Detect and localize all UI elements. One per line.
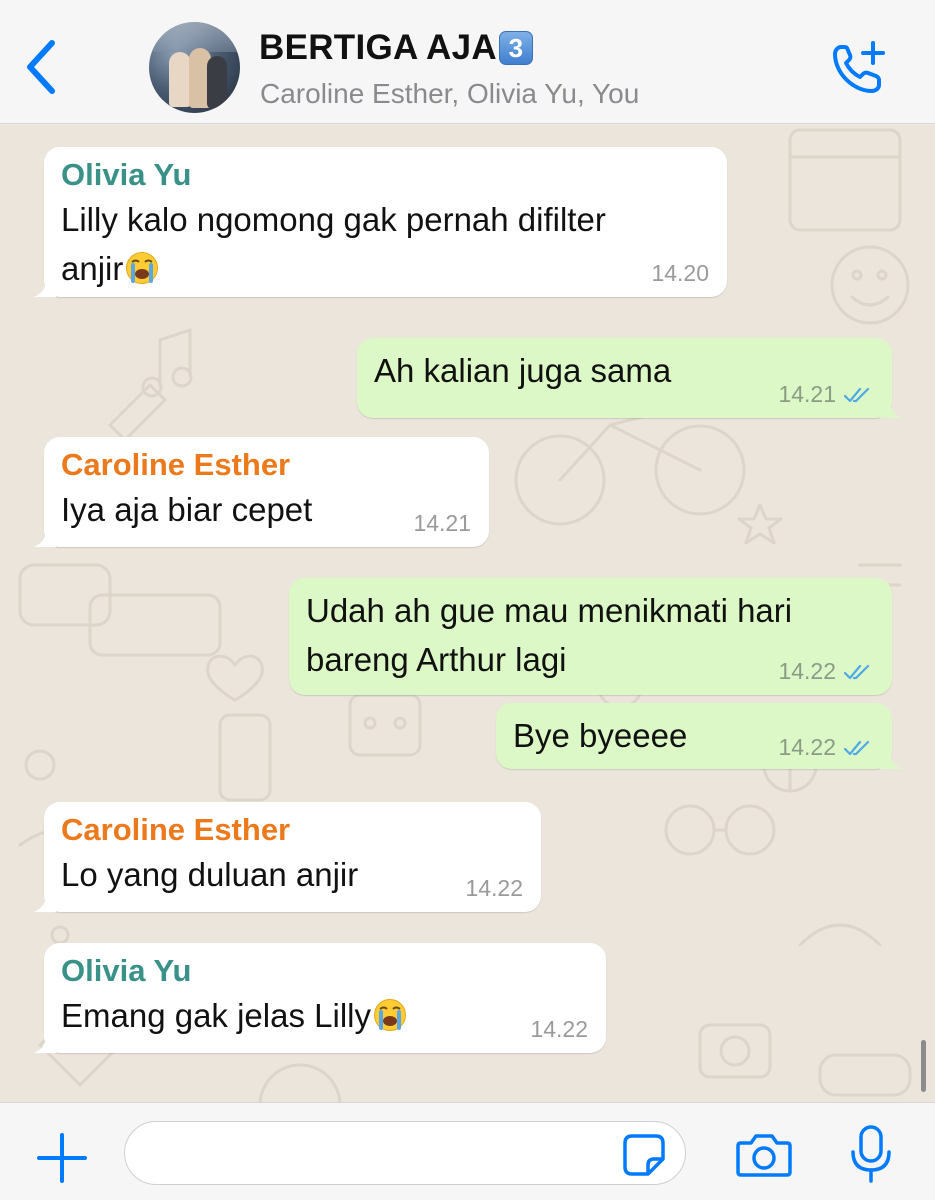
group-name: BERTIGA AJA — [259, 28, 497, 67]
message-bubble-incoming[interactable]: Caroline Esther Lo yang duluan anjir 14.… — [34, 802, 541, 912]
message-text-line: Lilly kalo ngomong gak pernah difilter — [61, 201, 606, 238]
message-time: 14.21 — [778, 381, 836, 407]
double-check-icon — [844, 740, 870, 755]
loudly-crying-face-icon — [374, 999, 406, 1031]
bubble-tail — [880, 747, 902, 769]
message-time: 14.22 — [530, 1016, 588, 1042]
double-check-icon — [844, 387, 870, 402]
group-title[interactable]: BERTIGA AJA 3 — [259, 28, 533, 68]
message-time: 14.22 — [778, 658, 836, 684]
message-sender[interactable]: Caroline Esther — [61, 445, 472, 485]
attach-button[interactable] — [34, 1130, 90, 1186]
message-sender[interactable]: Caroline Esther — [61, 810, 524, 850]
group-avatar[interactable] — [149, 22, 240, 113]
message-bubble-incoming[interactable]: Caroline Esther Iya aja biar cepet 14.21 — [34, 437, 489, 547]
bubble-tail — [34, 1031, 56, 1053]
message-meta: 14.22 — [530, 1016, 588, 1043]
message-bubble-outgoing[interactable]: Udah ah gue mau menikmati hari bareng Ar… — [289, 578, 892, 695]
message-meta: 14.21 — [413, 510, 471, 537]
microphone-icon — [851, 1125, 891, 1183]
chat-messages-area[interactable]: Olivia Yu Lilly kalo ngomong gak pernah … — [0, 125, 935, 1102]
message-sender[interactable]: Olivia Yu — [61, 155, 710, 195]
message-meta: 14.22 — [778, 658, 874, 685]
message-time: 14.20 — [651, 260, 709, 286]
double-check-icon — [844, 664, 870, 679]
sticker-icon — [623, 1134, 665, 1176]
message-input[interactable] — [124, 1121, 686, 1185]
scrollbar-thumb[interactable] — [921, 1040, 926, 1092]
phone-plus-icon — [833, 41, 885, 93]
message-meta: 14.20 — [651, 260, 709, 287]
plus-icon — [37, 1133, 87, 1183]
message-time: 14.21 — [413, 510, 471, 536]
bubble-tail — [34, 525, 56, 547]
chevron-left-icon — [27, 40, 55, 94]
message-bubble-incoming[interactable]: Olivia Yu Emang gak jelas Lilly 14.22 — [34, 943, 606, 1053]
camera-icon — [736, 1134, 792, 1177]
message-input-bar — [0, 1102, 935, 1200]
keycap-three-emoji: 3 — [498, 31, 533, 65]
message-text-line: Udah ah gue mau menikmati hari — [306, 592, 793, 629]
message-text-line: Emang gak jelas Lilly — [61, 991, 589, 1040]
bubble-tail — [34, 890, 56, 912]
message-bubble-outgoing[interactable]: Bye byeeee 14.22 — [496, 703, 902, 769]
chat-header: BERTIGA AJA 3 Caroline Esther, Olivia Yu,… — [0, 0, 935, 124]
message-meta: 14.22 — [465, 875, 523, 902]
group-members[interactable]: Caroline Esther, Olivia Yu, You — [260, 78, 639, 110]
message-meta: 14.22 — [778, 734, 874, 761]
sticker-button[interactable] — [620, 1131, 668, 1179]
message-bubble-incoming[interactable]: Olivia Yu Lilly kalo ngomong gak pernah … — [34, 147, 727, 297]
message-sender[interactable]: Olivia Yu — [61, 951, 589, 991]
message-text-line: Lo yang duluan anjir — [61, 856, 359, 893]
bubble-tail — [34, 275, 56, 297]
message-time: 14.22 — [465, 875, 523, 901]
message-bubble-outgoing[interactable]: Ah kalian juga sama 14.21 — [357, 338, 902, 418]
back-button[interactable] — [14, 32, 68, 102]
message-meta: 14.21 — [778, 381, 874, 408]
add-call-button[interactable] — [826, 36, 890, 100]
message-time: 14.22 — [778, 734, 836, 760]
message-text-line: anjir — [61, 244, 710, 293]
loudly-crying-face-icon — [126, 252, 159, 284]
bubble-tail — [880, 396, 902, 418]
message-text-line: Iya aja biar cepet — [61, 491, 313, 528]
camera-button[interactable] — [733, 1127, 795, 1183]
microphone-button[interactable] — [846, 1123, 896, 1185]
